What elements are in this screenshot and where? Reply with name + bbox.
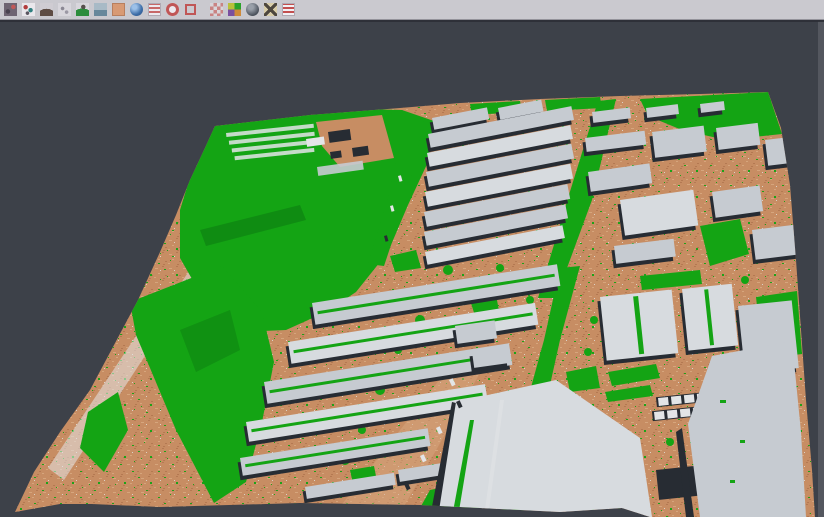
checker-grid-icon bbox=[210, 3, 223, 16]
ortho-image-button[interactable] bbox=[109, 1, 127, 19]
point-density-button[interactable] bbox=[55, 1, 73, 19]
point-cloud-icon bbox=[22, 3, 35, 16]
main-toolbar bbox=[0, 0, 824, 20]
grid-overlay-button[interactable] bbox=[207, 1, 225, 19]
orange-square-icon bbox=[112, 3, 125, 16]
measure-tool-button[interactable] bbox=[261, 1, 279, 19]
dots-icon bbox=[58, 3, 71, 16]
toolbar-separator bbox=[199, 2, 207, 18]
elevation-bands-button[interactable] bbox=[145, 1, 163, 19]
profile-icon bbox=[94, 3, 107, 16]
zoom-window-button[interactable] bbox=[181, 1, 199, 19]
striped-bands-icon bbox=[282, 3, 295, 16]
viewport-right-edge bbox=[818, 21, 824, 517]
globe-icon bbox=[130, 3, 143, 16]
application-window bbox=[0, 0, 824, 517]
classification-map-icon bbox=[228, 3, 241, 16]
profile-view-button[interactable] bbox=[91, 1, 109, 19]
ring-icon bbox=[166, 3, 179, 16]
mountain-icon bbox=[40, 3, 53, 16]
cross-measure-icon bbox=[264, 3, 277, 16]
point-cloud-3d-viewport[interactable] bbox=[0, 0, 824, 517]
terrain-view-button[interactable] bbox=[73, 1, 91, 19]
layer-bands-icon bbox=[148, 3, 161, 16]
open-project-button[interactable] bbox=[1, 1, 19, 19]
dem-hillshade-button[interactable] bbox=[37, 1, 55, 19]
dashed-marquee-icon bbox=[185, 4, 196, 15]
pan-target-button[interactable] bbox=[163, 1, 181, 19]
classification-colors-button[interactable] bbox=[225, 1, 243, 19]
globe-3d-view-button[interactable] bbox=[127, 1, 145, 19]
shaded-sphere-button[interactable] bbox=[243, 1, 261, 19]
point-cloud-display-button[interactable] bbox=[19, 1, 37, 19]
open-project-icon bbox=[4, 3, 17, 16]
intensity-bands-button[interactable] bbox=[279, 1, 297, 19]
green-hill-icon bbox=[76, 3, 89, 16]
dark-sphere-icon bbox=[246, 3, 259, 16]
